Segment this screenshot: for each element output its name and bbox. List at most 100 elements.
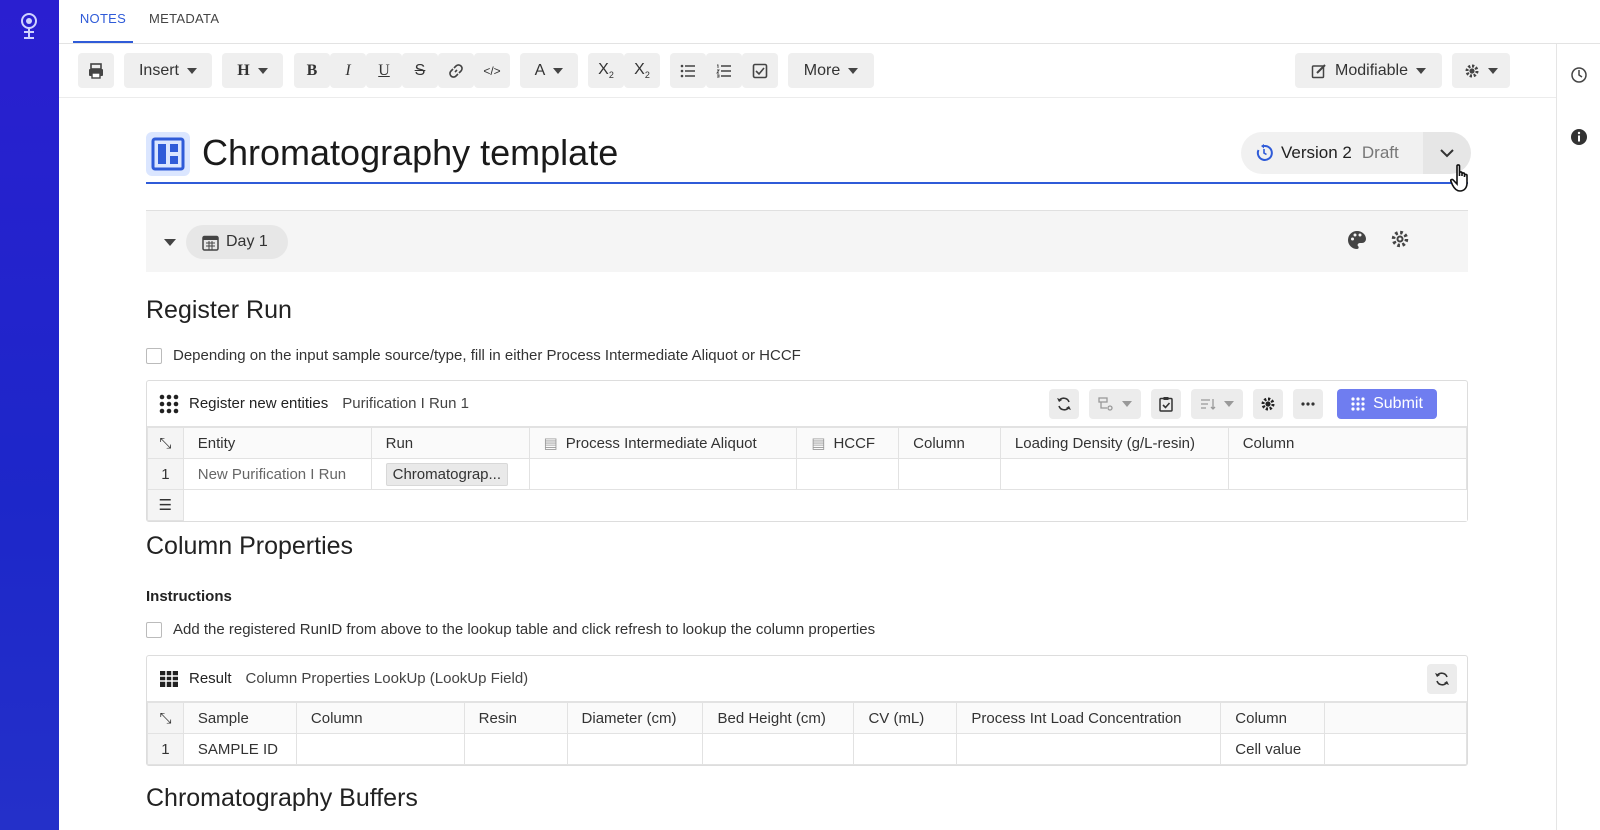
register-entities-panel: Register new entities Purification I Run… [146, 380, 1468, 522]
column-header[interactable]: ▤ Process Intermediate Aliquot [528, 427, 798, 459]
instruction-checkbox[interactable] [146, 621, 162, 638]
expand-icon[interactable]: ⤡ [147, 702, 184, 734]
more-label: More [803, 61, 841, 79]
column-header[interactable]: Diameter (cm) [566, 702, 704, 734]
expand-icon[interactable]: ⤡ [147, 427, 184, 459]
column-header[interactable]: Bed Height (cm) [702, 702, 855, 734]
table-cell[interactable] [853, 733, 958, 765]
column-header[interactable]: CV (mL) [853, 702, 958, 734]
refresh-button[interactable] [1049, 389, 1079, 419]
superscript-button[interactable]: X2 [624, 53, 660, 88]
table-cell[interactable] [566, 733, 704, 765]
run-chip[interactable]: Chromatograp... [385, 462, 509, 486]
underline-button[interactable]: U [366, 53, 402, 88]
tab-metadata[interactable]: METADATA [149, 0, 219, 43]
heading-dropdown[interactable]: H [222, 53, 283, 88]
table-cell[interactable] [796, 458, 900, 490]
section-heading-column-properties: Column Properties [146, 532, 354, 560]
palette-icon[interactable] [1346, 229, 1368, 251]
submit-label: Submit [1373, 395, 1423, 412]
column-header[interactable]: Process Int Load Concentration [956, 702, 1222, 734]
bullet-list-button[interactable] [670, 53, 706, 88]
section-heading-register-run: Register Run [146, 296, 292, 324]
table-cell[interactable]: Chromatograp... [370, 458, 530, 490]
column-header[interactable]: ▤ HCCF [796, 427, 900, 459]
version-number: Version 2 [1281, 143, 1352, 162]
bold-button[interactable]: B [294, 53, 330, 88]
italic-button[interactable]: I [330, 53, 366, 88]
font-color-dropdown[interactable]: A [520, 53, 578, 88]
column-header[interactable]: Column [898, 427, 1001, 459]
page-title[interactable]: Chromatography template [202, 132, 618, 174]
column-header[interactable]: Entity [182, 427, 372, 459]
print-button[interactable] [78, 53, 114, 88]
insert-dropdown[interactable]: Insert [124, 53, 212, 88]
version-history-icon [1256, 144, 1273, 161]
chevron-down-icon [187, 67, 197, 74]
sort-dropdown[interactable] [1191, 389, 1243, 419]
add-row-icon[interactable]: ☰ [147, 489, 184, 521]
panel-title: Result [189, 670, 232, 687]
hierarchy-dropdown[interactable] [1089, 389, 1141, 419]
checklist-button[interactable] [742, 53, 778, 88]
table-cell[interactable] [295, 733, 465, 765]
more-dropdown[interactable]: More [788, 53, 874, 88]
subscript-button[interactable]: X2 [588, 53, 624, 88]
table-cell[interactable]: SAMPLE ID [182, 733, 297, 765]
column-header[interactable]: Column [1227, 427, 1468, 459]
gear-icon[interactable] [1390, 229, 1410, 249]
info-icon[interactable] [1570, 128, 1588, 146]
table-cell[interactable] [1227, 458, 1468, 490]
instruction-text: Add the registered RunID from above to t… [173, 621, 876, 638]
history-icon[interactable] [1570, 66, 1588, 84]
column-header[interactable]: Run [370, 427, 530, 459]
day-chip[interactable]: Day 1 [186, 225, 288, 259]
column-header[interactable]: Column [295, 702, 465, 734]
table-settings-button[interactable] [1253, 389, 1283, 419]
column-header[interactable]: Sample [182, 702, 297, 734]
validate-button[interactable] [1151, 389, 1181, 419]
panel-subtitle: Column Properties LookUp (LookUp Field) [245, 670, 529, 687]
table-cell[interactable]: New Purification I Run [182, 458, 372, 490]
column-header[interactable]: Loading Density (g/L-resin) [999, 427, 1229, 459]
column-header[interactable]: Resin [463, 702, 568, 734]
submit-button[interactable]: Submit [1337, 389, 1437, 419]
section-day-bar: Day 1 [146, 210, 1468, 272]
chevron-down-icon [848, 67, 859, 74]
column-header [1324, 702, 1467, 734]
table-cell[interactable]: Cell value [1220, 733, 1326, 765]
calendar-icon [202, 235, 219, 251]
font-color-icon: A [534, 61, 546, 79]
code-icon: </> [483, 63, 501, 78]
column-header[interactable]: Column [1220, 702, 1326, 734]
panel-subtitle: Purification I Run 1 [342, 395, 469, 412]
table-cell[interactable] [898, 458, 1001, 490]
instruction-checkbox[interactable] [146, 347, 162, 364]
numbered-list-button[interactable] [706, 53, 742, 88]
app-logo-icon[interactable] [16, 12, 42, 40]
instruction-check-row: Depending on the input sample source/typ… [146, 347, 801, 364]
refresh-button[interactable] [1427, 664, 1457, 694]
chevron-down-icon [1224, 401, 1234, 407]
table-cell[interactable] [956, 733, 1222, 765]
code-button[interactable]: </> [474, 53, 510, 88]
table-cell[interactable] [702, 733, 855, 765]
table-cell[interactable] [463, 733, 568, 765]
settings-dropdown[interactable] [1452, 53, 1510, 88]
template-icon [146, 132, 190, 176]
strikethrough-button[interactable]: S [402, 53, 438, 88]
tab-notes[interactable]: NOTES [73, 0, 133, 43]
table-cell[interactable] [999, 458, 1229, 490]
table-cell[interactable] [528, 458, 798, 490]
caret-down-icon[interactable] [164, 237, 176, 247]
printer-icon [89, 62, 103, 79]
version-badge[interactable]: Version 2 Draft [1241, 132, 1423, 174]
table-icon [160, 670, 178, 687]
more-options-button[interactable] [1293, 389, 1323, 419]
chevron-down-icon [1415, 67, 1426, 74]
chevron-down-icon [553, 67, 564, 74]
link-button[interactable] [438, 53, 474, 88]
day-label: Day 1 [226, 233, 268, 250]
table-cell[interactable] [1324, 733, 1467, 765]
modifiable-dropdown[interactable]: Modifiable [1295, 53, 1442, 88]
